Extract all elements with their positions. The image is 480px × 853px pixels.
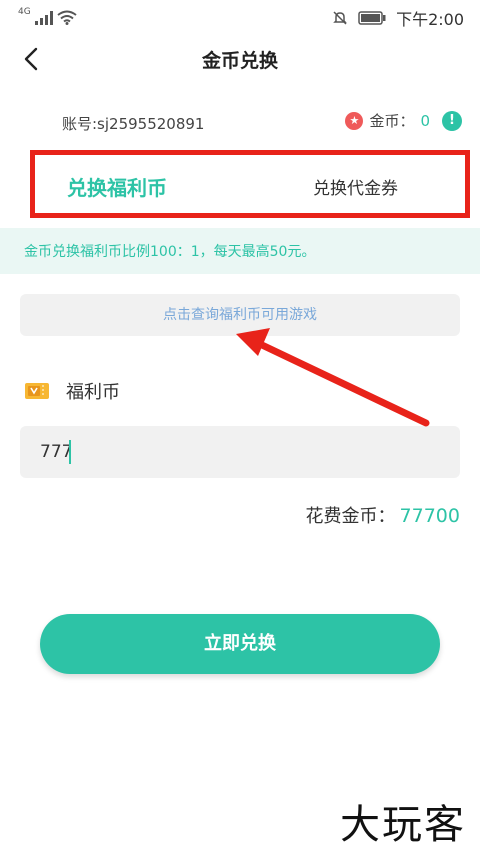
exchange-now-button[interactable]: 立即兑换	[40, 614, 440, 674]
cost-label: 花费金币：	[305, 506, 396, 527]
info-icon[interactable]: !	[442, 110, 462, 131]
welfare-coin-row: 福利币	[24, 376, 120, 406]
cost-value: 77700	[399, 505, 460, 527]
tabs-highlight-frame: 兑换福利币 兑换代金券	[30, 150, 470, 218]
tab-exchange-welfare-coin[interactable]: 兑换福利币	[67, 172, 167, 201]
coin-label: 金币：	[369, 112, 415, 130]
text-caret	[69, 440, 71, 464]
battery-icon	[358, 11, 386, 25]
ratio-notice-banner: 金币兑换福利币比例100：1，每天最高50元。	[0, 228, 480, 274]
wifi-icon	[57, 10, 77, 25]
network-type: 4G	[18, 7, 31, 17]
query-available-games-button[interactable]: 点击查询福利币可用游戏	[20, 294, 460, 336]
star-icon: ★	[345, 111, 364, 130]
cost-row: 花费金币： 77700	[306, 502, 460, 528]
watermark: 大玩客	[340, 802, 466, 848]
welfare-coin-label: 福利币	[66, 382, 120, 403]
nav-bar: 金币兑换	[0, 34, 480, 84]
coin-value: 0	[420, 111, 430, 130]
clock: 下午2:00	[396, 10, 464, 29]
page-title: 金币兑换	[201, 50, 278, 72]
amount-input[interactable]: 777	[20, 426, 460, 478]
account-row: 账号:sj2595520891 ★ 金币： 0 !	[0, 108, 480, 138]
signal-icon	[34, 11, 53, 25]
amount-input-value: 777	[40, 442, 73, 462]
status-bar-right: 下午2:00	[332, 6, 464, 30]
account-label: 账号:sj2595520891	[62, 115, 205, 133]
status-bar: 4G 下午2:00	[0, 0, 480, 34]
tab-exchange-voucher[interactable]: 兑换代金券	[313, 174, 398, 199]
ticket-icon	[25, 383, 49, 399]
ratio-notice-text: 金币兑换福利币比例100：1，每天最高50元。	[24, 244, 316, 260]
status-bar-left: 4G	[18, 8, 77, 25]
coin-balance: ★ 金币： 0 !	[345, 110, 462, 131]
bell-muted-icon	[333, 11, 347, 25]
